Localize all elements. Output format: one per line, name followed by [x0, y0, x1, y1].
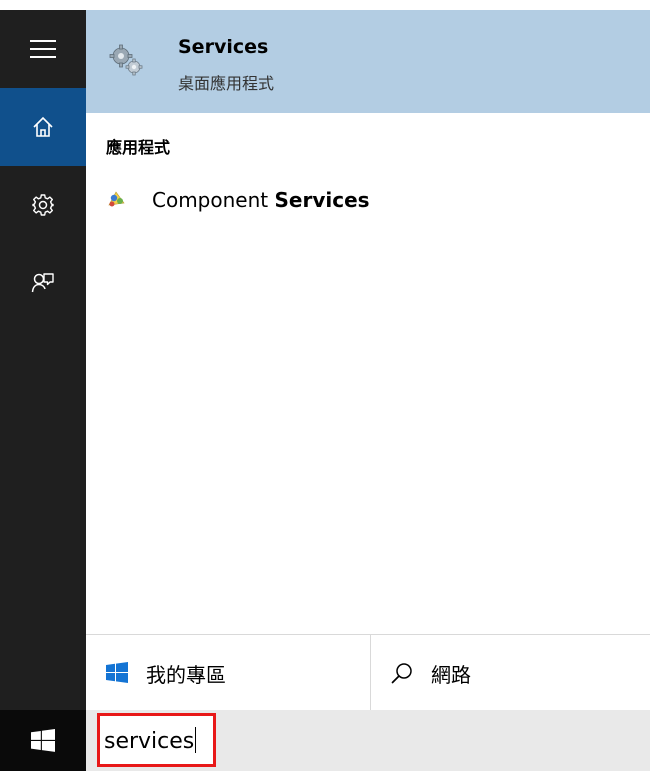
web-scope-button[interactable]: 網路: [370, 635, 650, 711]
best-match-result[interactable]: Services 桌面應用程式: [86, 10, 650, 113]
search-input[interactable]: services: [97, 713, 216, 767]
web-label: 網路: [431, 662, 471, 687]
windows-logo-icon: [106, 662, 128, 683]
app-result-label: Component Services: [152, 188, 370, 212]
feedback-icon: [31, 273, 54, 293]
navigation-rail: [0, 10, 86, 710]
settings-button[interactable]: [0, 166, 86, 244]
text-caret: [195, 727, 197, 753]
app-result-item[interactable]: Component Services: [86, 180, 650, 222]
home-button[interactable]: [0, 88, 86, 166]
my-stuff-scope-button[interactable]: 我的專區: [86, 635, 370, 711]
feedback-button[interactable]: [0, 244, 86, 322]
best-match-title: Services: [178, 36, 269, 58]
my-stuff-label: 我的專區: [146, 662, 226, 687]
services-gear-icon: [109, 44, 143, 76]
home-icon: [33, 116, 53, 137]
settings-gear-icon: [32, 194, 54, 216]
taskbar: services: [0, 710, 650, 771]
best-match-subtitle: 桌面應用程式: [178, 74, 275, 93]
menu-icon: [30, 40, 56, 58]
hamburger-menu-button[interactable]: [0, 10, 86, 88]
search-icon: [391, 663, 412, 684]
start-button[interactable]: [0, 710, 86, 771]
component-services-icon: [108, 191, 125, 207]
search-results-panel: Services 桌面應用程式 應用程式 Component Services: [86, 10, 650, 710]
windows-logo-icon: [31, 728, 55, 752]
search-input-value: services: [104, 727, 197, 754]
search-scope-bar: 我的專區 網路: [86, 634, 650, 711]
apps-section-header: 應用程式: [106, 138, 171, 157]
